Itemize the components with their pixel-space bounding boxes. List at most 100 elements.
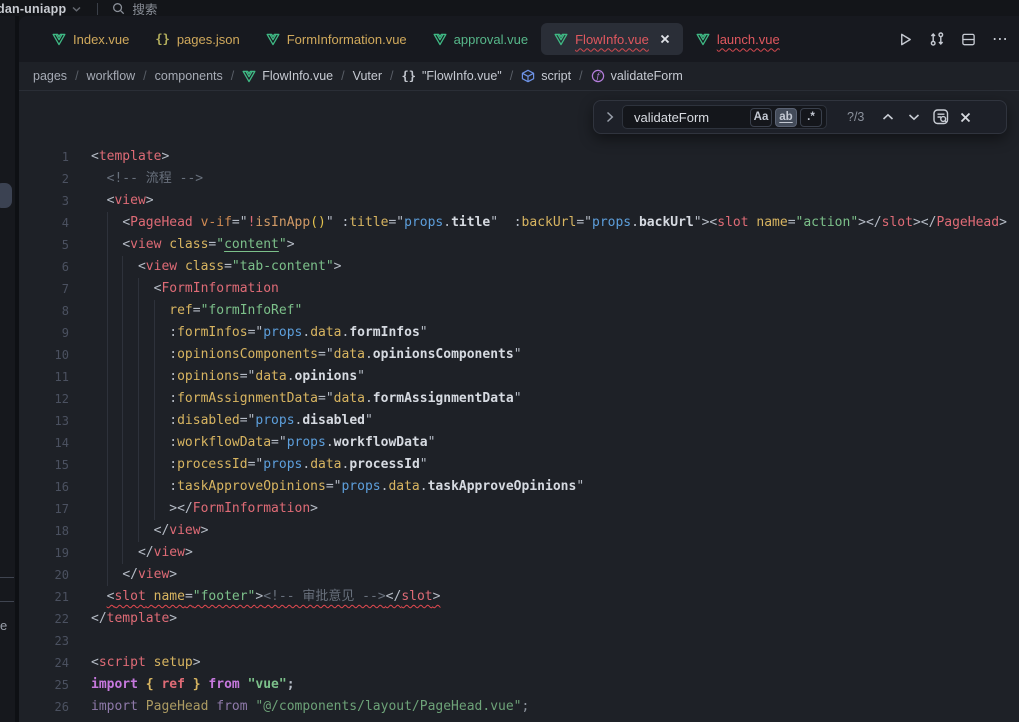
tab-index-vue[interactable]: Index.vue bbox=[39, 23, 142, 55]
chevron-down-icon bbox=[72, 6, 81, 12]
breadcrumb-separator: / bbox=[231, 69, 234, 83]
breadcrumb-item--flowinfo-vue-[interactable]: {} "FlowInfo.vue" bbox=[402, 69, 502, 83]
code-line: 12 :formAssignmentData="data.formAssignm… bbox=[19, 388, 1019, 410]
more-actions-button[interactable]: ⋯ bbox=[992, 29, 1009, 49]
find-results-count: ?/3 bbox=[847, 110, 864, 124]
find-in-selection-icon[interactable] bbox=[932, 108, 950, 126]
tab-label: pages.json bbox=[177, 32, 240, 47]
tab-forminformation-vue[interactable]: FormInformation.vue bbox=[253, 23, 420, 55]
vue-icon bbox=[242, 70, 256, 83]
tab-label: launch.vue bbox=[717, 32, 780, 47]
breadcrumb-item-pages[interactable]: pages bbox=[33, 69, 67, 83]
vue-icon bbox=[433, 33, 447, 46]
tab-close-icon[interactable] bbox=[660, 34, 670, 44]
code-line: 20 </view> bbox=[19, 564, 1019, 586]
tab-label: Index.vue bbox=[73, 32, 129, 47]
compare-icon bbox=[929, 31, 945, 47]
code-line: 16 :taskApproveOpinions="props.data.task… bbox=[19, 476, 1019, 498]
find-input[interactable]: validateForm Aa ab .* bbox=[622, 105, 827, 129]
match-case-button[interactable]: Aa bbox=[750, 108, 772, 127]
close-icon[interactable] bbox=[960, 112, 971, 123]
vue-icon bbox=[266, 33, 280, 46]
breadcrumb-item-workflow[interactable]: workflow bbox=[87, 69, 136, 83]
line-number: 3 bbox=[19, 190, 69, 212]
tab-approval-vue[interactable]: approval.vue bbox=[420, 23, 541, 55]
next-match-button[interactable] bbox=[908, 113, 920, 121]
previous-match-button[interactable] bbox=[882, 113, 894, 121]
breadcrumb-label: FlowInfo.vue bbox=[262, 69, 333, 83]
divider bbox=[97, 3, 98, 15]
tab-label: FlowInfo.vue bbox=[575, 32, 649, 47]
vue-icon bbox=[696, 33, 710, 46]
tree-text-fragment: e bbox=[0, 618, 7, 633]
line-number: 10 bbox=[19, 344, 69, 366]
line-number: 9 bbox=[19, 322, 69, 344]
code-line: 10 :opinionsComponents="data.opinionsCom… bbox=[19, 344, 1019, 366]
breadcrumb-separator: / bbox=[510, 69, 513, 83]
code-line: 18 </view> bbox=[19, 520, 1019, 542]
code-line: 9 :formInfos="props.data.formInfos" bbox=[19, 322, 1019, 344]
code-line: 11 :opinions="data.opinions" bbox=[19, 366, 1019, 388]
line-number: 13 bbox=[19, 410, 69, 432]
code-line: 26import PageHead from "@/components/lay… bbox=[19, 696, 1019, 718]
project-selector[interactable]: dan-uniapp bbox=[0, 2, 66, 16]
code-line: 24<script setup> bbox=[19, 652, 1019, 674]
line-number: 23 bbox=[19, 630, 69, 652]
line-number: 20 bbox=[19, 564, 69, 586]
tree-fragment bbox=[0, 577, 14, 578]
tool-window-handle[interactable] bbox=[0, 183, 12, 208]
code-line: 4 <PageHead v-if="!isInApp()" :title="pr… bbox=[19, 212, 1019, 234]
line-number: 18 bbox=[19, 520, 69, 542]
line-number: 14 bbox=[19, 432, 69, 454]
line-number: 8 bbox=[19, 300, 69, 322]
split-editor-button[interactable] bbox=[961, 32, 976, 47]
code-line: 13 :disabled="props.disabled" bbox=[19, 410, 1019, 432]
breadcrumb-item-vuter[interactable]: Vuter bbox=[353, 69, 382, 83]
breadcrumb-label: "FlowInfo.vue" bbox=[422, 69, 502, 83]
line-number: 22 bbox=[19, 608, 69, 630]
tab-bar: Index.vue {}pages.json FormInformation.vue… bbox=[19, 16, 1019, 62]
code-line: 1<template> bbox=[19, 146, 1019, 168]
find-query-text: validateForm bbox=[634, 110, 747, 125]
code-line: 19 </view> bbox=[19, 542, 1019, 564]
line-number: 2 bbox=[19, 168, 69, 190]
object-braces-icon: {} bbox=[402, 69, 416, 83]
breadcrumb-label: script bbox=[541, 69, 571, 83]
run-button[interactable] bbox=[898, 32, 913, 47]
tab-pages-json[interactable]: {}pages.json bbox=[142, 23, 252, 55]
breadcrumb-item-script[interactable]: script bbox=[521, 69, 571, 83]
code-line: 21 <slot name="footer"><!-- 审批意见 --></sl… bbox=[19, 586, 1019, 608]
breadcrumb-label: Vuter bbox=[353, 69, 382, 83]
breadcrumb-label: pages bbox=[33, 69, 67, 83]
breadcrumb-separator: / bbox=[341, 69, 344, 83]
code-line: 3 <view> bbox=[19, 190, 1019, 212]
regex-button[interactable]: .* bbox=[800, 108, 822, 127]
module-icon bbox=[521, 69, 535, 83]
tab-launch-vue[interactable]: launch.vue bbox=[683, 23, 793, 55]
code-line: 25import { ref } from "vue"; bbox=[19, 674, 1019, 696]
tree-fragment bbox=[0, 601, 14, 602]
code-line: 14 :workflowData="props.workflowData" bbox=[19, 432, 1019, 454]
breadcrumb-separator: / bbox=[390, 69, 393, 83]
code-line: 15 :processId="props.data.processId" bbox=[19, 454, 1019, 476]
whole-words-button[interactable]: ab bbox=[775, 108, 797, 127]
breadcrumb-label: components bbox=[155, 69, 223, 83]
breadcrumb-item-flowinfo-vue[interactable]: FlowInfo.vue bbox=[242, 69, 333, 83]
tab-label: FormInformation.vue bbox=[287, 32, 407, 47]
compare-button[interactable] bbox=[929, 31, 945, 47]
line-number: 11 bbox=[19, 366, 69, 388]
code-editor[interactable]: 1<template>2 <!-- 流程 -->3 <view>4 <PageH… bbox=[19, 91, 1019, 722]
line-number: 19 bbox=[19, 542, 69, 564]
code-line: 7 <FormInformation bbox=[19, 278, 1019, 300]
breadcrumb: pages / workflow / components / FlowInfo.vue / V… bbox=[19, 62, 1019, 91]
code-line: 22</template> bbox=[19, 608, 1019, 630]
breadcrumb-item-validateform[interactable]: fvalidateForm bbox=[591, 69, 683, 83]
code-line: 2 <!-- 流程 --> bbox=[19, 168, 1019, 190]
find-widget: validateForm Aa ab .* ?/3 bbox=[593, 100, 1007, 134]
line-number: 25 bbox=[19, 674, 69, 696]
play-icon bbox=[898, 32, 913, 47]
breadcrumb-separator: / bbox=[579, 69, 582, 83]
breadcrumb-item-components[interactable]: components bbox=[155, 69, 223, 83]
expand-replace-icon[interactable] bbox=[606, 111, 614, 123]
tab-flowinfo-vue[interactable]: FlowInfo.vue bbox=[541, 23, 683, 55]
